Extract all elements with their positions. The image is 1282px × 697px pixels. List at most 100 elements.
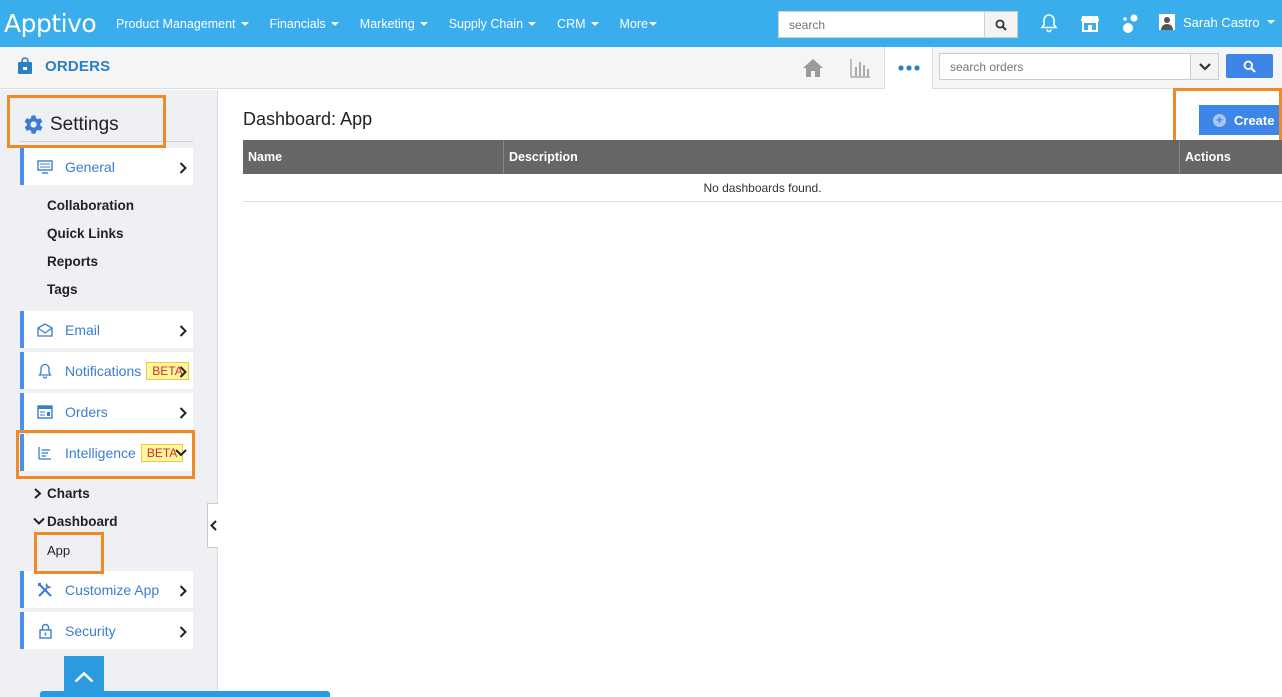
shopping-bag-icon — [18, 57, 32, 74]
sidebar-item-general[interactable]: General — [20, 148, 193, 185]
sidebar-item-label: Orders — [65, 403, 108, 420]
app-store-icon[interactable] — [1080, 13, 1100, 36]
menu-label: Marketing — [359, 16, 415, 31]
link-tags[interactable]: Tags — [47, 282, 78, 297]
menu-crm[interactable]: CRM — [551, 17, 604, 31]
tools-icon — [36, 582, 54, 598]
menu-label: CRM — [557, 16, 586, 31]
menu-supply-chain[interactable]: Supply Chain — [443, 17, 542, 31]
integration-icon[interactable] — [1120, 13, 1140, 38]
column-header-actions: Actions — [1185, 150, 1231, 164]
sidebar-item-label: Notifications — [65, 362, 142, 379]
create-button[interactable]: + Create — [1199, 105, 1282, 135]
settings-title: Settings — [50, 113, 119, 135]
orders-search — [939, 53, 1219, 80]
menu-label: More — [619, 16, 648, 31]
chevron-right-icon — [179, 162, 187, 174]
lock-icon — [36, 623, 54, 639]
collapse-sidebar-button[interactable] — [207, 503, 218, 548]
tree-label: Dashboard — [47, 514, 118, 529]
sidebar-item-customize-app[interactable]: Customize App — [20, 571, 193, 608]
orders-search-input[interactable] — [939, 53, 1191, 80]
menu-more[interactable]: More — [614, 17, 663, 31]
top-navbar: Apptivo Product Management Financials Ma… — [0, 0, 1282, 47]
divider — [20, 141, 193, 142]
chevron-right-icon — [34, 488, 42, 499]
orders-search-dropdown[interactable] — [1191, 53, 1219, 80]
main-menu: Product Management Financials Marketing … — [110, 0, 672, 47]
page-title: Dashboard: App — [243, 109, 373, 129]
chevron-down-icon — [33, 517, 45, 525]
global-search-button[interactable] — [985, 11, 1018, 38]
menu-label: Product Management — [116, 16, 236, 31]
user-menu[interactable]: Sarah Castro — [1159, 14, 1275, 30]
create-button-label: Create — [1234, 112, 1275, 128]
chevron-down-icon — [175, 449, 187, 457]
tree-item-app[interactable]: App — [47, 543, 70, 558]
tree-item-charts[interactable]: Charts — [33, 486, 90, 501]
column-header-description[interactable]: Description — [504, 140, 1180, 174]
caret-down-icon — [590, 21, 599, 26]
bell-icon — [36, 363, 54, 379]
empty-table-message: No dashboards found. — [243, 174, 1282, 202]
caret-down-icon — [419, 21, 428, 26]
more-options-tab[interactable] — [884, 47, 933, 89]
user-name: Sarah Castro — [1183, 14, 1260, 30]
caret-down-icon — [528, 21, 537, 26]
main-content: Dashboard: App + Create Name Description… — [219, 88, 1282, 697]
menu-financials[interactable]: Financials — [264, 17, 345, 31]
caret-down-icon — [240, 21, 249, 26]
link-collaboration[interactable]: Collaboration — [47, 198, 134, 213]
sidebar-item-label: Customize App — [65, 581, 160, 598]
chevron-right-icon — [179, 325, 187, 337]
global-search-input[interactable] — [778, 11, 985, 38]
gear-icon — [24, 115, 43, 134]
sidebar-item-label: Email — [65, 321, 101, 338]
global-search — [778, 11, 1018, 38]
orders-list-icon — [36, 404, 54, 419]
app-header: ORDERS — [0, 47, 1282, 89]
search-icon — [1243, 60, 1256, 73]
chevron-down-icon — [1198, 62, 1211, 71]
menu-product-management[interactable]: Product Management — [110, 17, 255, 31]
notifications-bell-icon[interactable] — [1040, 13, 1058, 36]
menu-label: Financials — [269, 16, 326, 31]
plus-circle-icon: + — [1213, 113, 1226, 127]
caret-down-icon — [330, 21, 339, 26]
chevron-up-icon — [74, 671, 94, 682]
scroll-to-top-button[interactable] — [64, 656, 104, 697]
sidebar-item-label: Security — [65, 622, 116, 639]
chevron-right-icon — [179, 585, 187, 597]
chevron-left-icon — [209, 520, 217, 531]
caret-down-icon — [1266, 20, 1275, 24]
sidebar-item-orders[interactable]: Orders — [20, 393, 193, 430]
sidebar-item-label: Intelligence — [65, 444, 136, 461]
chevron-right-icon — [179, 407, 187, 419]
tree-item-dashboard[interactable]: Dashboard — [33, 514, 118, 529]
chevron-right-icon — [179, 626, 187, 638]
settings-sidebar: Settings General Collaboration Quick Lin… — [0, 90, 330, 697]
tree-label: Charts — [47, 486, 90, 501]
app-logo[interactable]: Apptivo — [0, 9, 110, 38]
column-header-name[interactable]: Name — [243, 140, 504, 174]
sidebar-item-email[interactable]: Email — [20, 311, 193, 348]
sidebar-item-security[interactable]: Security — [20, 612, 193, 649]
sidebar-item-label: General — [65, 158, 115, 175]
sidebar-item-intelligence[interactable]: Intelligence BETA — [20, 434, 193, 471]
link-reports[interactable]: Reports — [47, 254, 98, 269]
settings-heading: Settings — [20, 112, 119, 137]
link-quick-links[interactable]: Quick Links — [47, 226, 124, 241]
sidebar-item-notifications[interactable]: Notifications BETA — [20, 352, 193, 389]
reports-chart-icon[interactable] — [848, 47, 872, 89]
orders-search-button[interactable] — [1226, 54, 1273, 78]
envelope-icon — [36, 322, 54, 337]
chevron-right-icon — [179, 366, 187, 378]
user-avatar-icon — [1159, 14, 1175, 30]
monitor-icon — [36, 159, 54, 174]
caret-down-icon — [649, 21, 657, 26]
home-icon[interactable] — [800, 47, 826, 89]
app-title-text: ORDERS — [45, 57, 111, 75]
menu-marketing[interactable]: Marketing — [354, 17, 434, 31]
app-title[interactable]: ORDERS — [17, 57, 110, 75]
more-dots-icon — [897, 65, 920, 71]
